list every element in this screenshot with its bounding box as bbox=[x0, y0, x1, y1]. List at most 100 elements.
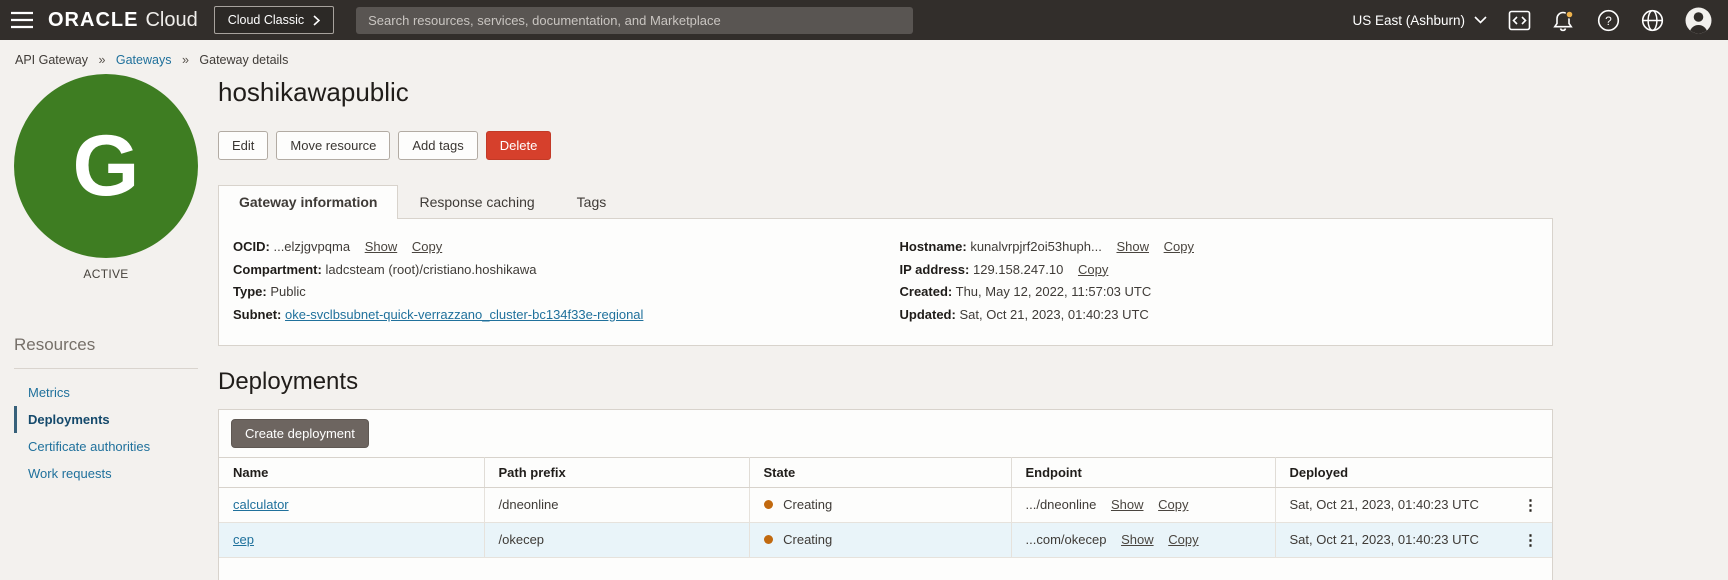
move-resource-button[interactable]: Move resource bbox=[276, 131, 390, 160]
edit-button[interactable]: Edit bbox=[218, 131, 268, 160]
breadcrumb-separator: » bbox=[98, 53, 105, 67]
compartment-row: Compartment: ladcsteam (root)/cristiano.… bbox=[233, 263, 886, 277]
main-content: hoshikawapublic Edit Move resource Add t… bbox=[218, 68, 1553, 580]
path-prefix-value: /okecep bbox=[499, 532, 545, 547]
gateway-avatar: G bbox=[14, 74, 198, 258]
info-column-left: OCID: ...elzjgvpqma Show Copy Compartmen… bbox=[219, 240, 886, 331]
hamburger-menu-icon[interactable] bbox=[10, 11, 34, 29]
deployment-name-link[interactable]: calculator bbox=[233, 497, 289, 512]
endpoint-show-link[interactable]: Show bbox=[1111, 497, 1144, 512]
ip-address-row: IP address: 129.158.247.10 Copy bbox=[900, 263, 1553, 277]
oci-console-page: ORACLE Cloud Cloud Classic US East (Ashb… bbox=[0, 0, 1728, 580]
create-deployment-button[interactable]: Create deployment bbox=[231, 419, 369, 448]
tab-tags[interactable]: Tags bbox=[556, 185, 628, 218]
type-label: Type: bbox=[233, 284, 267, 299]
hostname-copy-link[interactable]: Copy bbox=[1164, 239, 1194, 254]
updated-value: Sat, Oct 21, 2023, 01:40:23 UTC bbox=[959, 307, 1148, 322]
path-prefix-value: /dneonline bbox=[499, 497, 559, 512]
chevron-right-icon bbox=[313, 15, 320, 26]
endpoint-copy-link[interactable]: Copy bbox=[1158, 497, 1188, 512]
top-navigation-bar: ORACLE Cloud Cloud Classic US East (Ashb… bbox=[0, 0, 1728, 40]
type-value: Public bbox=[270, 284, 305, 299]
column-header-path-prefix: Path prefix bbox=[484, 457, 749, 487]
add-tags-button[interactable]: Add tags bbox=[398, 131, 477, 160]
topbar-right-controls: US East (Ashburn) ? bbox=[1352, 7, 1712, 34]
subnet-label: Subnet: bbox=[233, 307, 281, 322]
endpoint-copy-link[interactable]: Copy bbox=[1168, 532, 1198, 547]
deployments-table: Name Path prefix State Endpoint Deployed… bbox=[219, 457, 1552, 558]
state-value: Creating bbox=[783, 497, 832, 512]
deployment-name-link[interactable]: cep bbox=[233, 532, 254, 547]
ocid-copy-link[interactable]: Copy bbox=[412, 239, 442, 254]
state-value: Creating bbox=[783, 532, 832, 547]
hostname-value: kunalvrpjrf2oi53huph... bbox=[970, 239, 1102, 254]
brand-oracle: ORACLE bbox=[48, 9, 138, 32]
endpoint-show-link[interactable]: Show bbox=[1121, 532, 1154, 547]
updated-label: Updated: bbox=[900, 307, 956, 322]
subnet-link[interactable]: oke-svclbsubnet-quick-verrazzano_cluster… bbox=[285, 307, 643, 322]
column-header-actions bbox=[1509, 457, 1552, 487]
ip-copy-link[interactable]: Copy bbox=[1078, 262, 1108, 277]
sidebar-item-metrics[interactable]: Metrics bbox=[14, 379, 198, 406]
resource-actions: Edit Move resource Add tags Delete bbox=[218, 131, 1553, 160]
resources-heading: Resources bbox=[14, 335, 198, 355]
cloud-classic-label: Cloud Classic bbox=[228, 13, 304, 27]
compartment-value: ladcsteam (root)/cristiano.hoshikawa bbox=[325, 262, 536, 277]
hostname-label: Hostname: bbox=[900, 239, 967, 254]
sidebar-divider bbox=[14, 368, 198, 369]
ip-address-label: IP address: bbox=[900, 262, 970, 277]
updated-row: Updated: Sat, Oct 21, 2023, 01:40:23 UTC bbox=[900, 308, 1553, 322]
notifications-bell-icon[interactable] bbox=[1552, 9, 1576, 32]
sidebar-item-deployments[interactable]: Deployments bbox=[14, 406, 198, 433]
endpoint-value: ...com/okecep bbox=[1026, 532, 1107, 547]
creating-status-dot-icon bbox=[764, 535, 773, 544]
table-row: cep /okecep Creating ...com/okecep Show … bbox=[219, 522, 1552, 557]
deployed-value: Sat, Oct 21, 2023, 01:40:23 UTC bbox=[1290, 497, 1479, 512]
status-badge: ACTIVE bbox=[14, 267, 198, 281]
left-column: G ACTIVE Resources Metrics Deployments C… bbox=[14, 68, 218, 580]
user-avatar-icon[interactable] bbox=[1685, 7, 1712, 34]
region-selector[interactable]: US East (Ashburn) bbox=[1352, 13, 1487, 28]
deployments-panel: Create deployment Name Path prefix State… bbox=[218, 409, 1553, 580]
page-body: G ACTIVE Resources Metrics Deployments C… bbox=[0, 68, 1728, 580]
cloud-classic-button[interactable]: Cloud Classic bbox=[214, 6, 334, 34]
avatar-letter: G bbox=[73, 117, 140, 216]
region-label: US East (Ashburn) bbox=[1352, 13, 1465, 28]
sidebar-item-work-requests[interactable]: Work requests bbox=[14, 460, 198, 487]
breadcrumb-gateway-details: Gateway details bbox=[199, 53, 288, 67]
ocid-row: OCID: ...elzjgvpqma Show Copy bbox=[233, 240, 886, 254]
oracle-cloud-logo[interactable]: ORACLE Cloud bbox=[48, 9, 198, 32]
row-actions-menu-icon[interactable]: ⋮ bbox=[1523, 532, 1546, 549]
compartment-label: Compartment: bbox=[233, 262, 322, 277]
column-header-name: Name bbox=[219, 457, 484, 487]
ocid-value: ...elzjgvpqma bbox=[273, 239, 350, 254]
breadcrumb-gateways-link[interactable]: Gateways bbox=[116, 53, 172, 67]
language-globe-icon[interactable] bbox=[1641, 9, 1664, 32]
brand-cloud: Cloud bbox=[145, 9, 197, 32]
breadcrumb: API Gateway » Gateways » Gateway details bbox=[0, 40, 1728, 68]
page-title: hoshikawapublic bbox=[218, 77, 1553, 108]
creating-status-dot-icon bbox=[764, 500, 773, 509]
hostname-row: Hostname: kunalvrpjrf2oi53huph... Show C… bbox=[900, 240, 1553, 254]
delete-button[interactable]: Delete bbox=[486, 131, 552, 160]
type-row: Type: Public bbox=[233, 285, 886, 299]
tab-response-caching[interactable]: Response caching bbox=[398, 185, 555, 218]
search-input[interactable] bbox=[356, 7, 913, 34]
help-icon[interactable]: ? bbox=[1597, 9, 1620, 32]
created-label: Created: bbox=[900, 284, 953, 299]
deployments-heading: Deployments bbox=[218, 368, 1553, 396]
table-header-row: Name Path prefix State Endpoint Deployed bbox=[219, 457, 1552, 487]
ip-address-value: 129.158.247.10 bbox=[973, 262, 1063, 277]
table-row: calculator /dneonline Creating .../dneon… bbox=[219, 487, 1552, 522]
hostname-show-link[interactable]: Show bbox=[1116, 239, 1149, 254]
svg-text:?: ? bbox=[1605, 14, 1612, 28]
chevron-down-icon bbox=[1474, 16, 1487, 24]
row-actions-menu-icon[interactable]: ⋮ bbox=[1523, 497, 1546, 514]
detail-tabs: Gateway information Response caching Tag… bbox=[218, 185, 1553, 218]
tab-gateway-information[interactable]: Gateway information bbox=[218, 185, 398, 219]
breadcrumb-separator: » bbox=[182, 53, 189, 67]
ocid-show-link[interactable]: Show bbox=[365, 239, 398, 254]
developer-tools-icon[interactable] bbox=[1508, 10, 1531, 31]
created-value: Thu, May 12, 2022, 11:57:03 UTC bbox=[956, 284, 1152, 299]
sidebar-item-certificate-authorities[interactable]: Certificate authorities bbox=[14, 433, 198, 460]
